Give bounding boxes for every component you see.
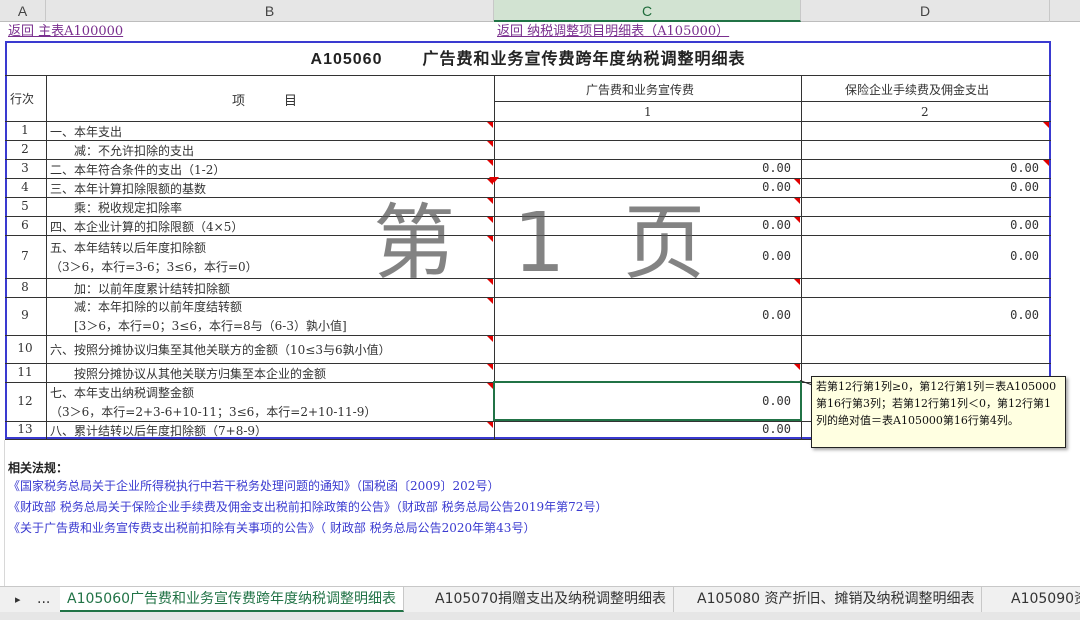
comment-indicator[interactable] [487,122,493,128]
comment-indicator[interactable] [487,364,493,370]
row-item-label: 二、本年符合条件的支出（1-2） [50,162,226,177]
comment-indicator[interactable] [487,336,493,342]
form-title: A105060 广告费和业务宣传费跨年度纳税调整明细表 [5,43,1051,75]
grid-line [494,101,1051,102]
row-item-formula: （3＞6，本行=3-6；3≤6，本行=0） [50,259,258,274]
form-title-text: 广告费和业务宣传费跨年度纳税调整明细表 [422,49,746,68]
law-link-2[interactable]: 《财政部 税务总局关于保险企业手续费及佣金支出税前扣除政策的公告》（财政部 税务… [8,498,607,515]
row-item-label: 六、按照分摊协议归集至其他关联方的金额（10≤3与6孰小值） [50,343,391,357]
row-value-col1[interactable]: 0.00 [496,161,791,175]
comment-indicator[interactable] [487,179,493,185]
row-value-col2[interactable]: 0.00 [803,161,1039,175]
tab-more-button[interactable]: ... [30,587,57,612]
comment-indicator[interactable] [487,279,493,285]
row-item-label: 四、本企业计算的扣除限额（4×5） [50,219,244,234]
grid-line [5,121,1051,122]
row-number: 5 [21,198,29,213]
row-item-label: 按照分摊协议从其他关联方归集至本企业的金额 [50,366,327,381]
comment-indicator[interactable] [794,179,800,185]
row-value-col1[interactable]: 0.00 [496,180,791,194]
selected-cell[interactable] [493,381,802,421]
row-value-col1[interactable]: 0.00 [496,218,791,232]
row-item-label: 减：不允许扣除的支出 [50,143,195,158]
row-number: 6 [21,217,29,232]
comment-indicator[interactable] [487,422,493,428]
grid-line [5,75,1051,76]
row-item-label: 七、本年支出纳税调整金额 [50,385,195,400]
comment-indicator[interactable] [487,141,493,147]
row-item-label: 加：以前年度累计结转扣除额 [50,281,231,296]
row-number: 12 [17,393,33,408]
comment-indicator[interactable] [1043,160,1049,166]
tab-scroll-next-button[interactable]: ▸ [8,587,28,612]
comment-indicator[interactable] [794,198,800,204]
comment-indicator[interactable] [794,364,800,370]
row-value-col1[interactable]: 0.00 [496,249,791,263]
laws-title: 相关法规： [8,461,69,475]
grid-line [46,75,47,439]
row-number: 8 [21,279,29,294]
back-to-main-link[interactable]: 返回 主表A100000 [8,23,123,41]
back-to-detail-link[interactable]: 返回 纳税调整项目明细表（A105000） [497,23,729,41]
row-value-col2[interactable]: 0.00 [803,180,1039,194]
row-item-label: 三、本年计算扣除限额的基数 [50,181,207,196]
row-number: 13 [17,422,33,436]
row-number: 11 [17,364,33,379]
sheet-tab-bar: ▸ ... A105060广告费和业务宣传费跨年度纳税调整明细表 A105070… [0,586,1080,612]
row-value-col2[interactable]: 0.00 [803,249,1039,263]
row-item-label: 五、本年结转以后年度扣除额 [50,240,207,255]
row-value-col2[interactable]: 0.00 [803,308,1039,322]
column-header-a[interactable]: A [0,0,46,22]
row-item-label: 乘：税收规定扣除率 [50,200,183,215]
law-link-1[interactable]: 《国家税务总局关于企业所得税执行中若干税务处理问题的通知》（国税函〔2009〕2… [8,477,499,494]
row-value-col1[interactable]: 0.00 [496,308,791,322]
row-value-col1[interactable]: 0.00 [496,422,791,436]
row-item-formula: （3＞6，本行=2+3-6+10-11；3≤6，本行=2+10-11-9） [50,404,377,419]
status-bar [0,612,1080,620]
tab-a105070[interactable]: A105070捐赠支出及纳税调整明细表 [428,587,675,612]
row-number: 4 [21,179,29,194]
column-header-c[interactable]: C [494,0,801,22]
header-col1-number: 1 [644,105,652,119]
comment-indicator[interactable] [487,160,493,166]
row-item-label: 减：本年扣除的以前年度结转额 [50,300,243,314]
row-number: 10 [17,341,33,355]
header-col2-number: 2 [921,105,929,119]
column-header-bar: A B C D [0,0,1080,22]
header-row-number: 行次 [10,92,35,106]
comment-indicator[interactable] [794,217,800,223]
column-header-d[interactable]: D [801,0,1050,22]
row-item-label: 八、累计结转以后年度扣除额（7+8-9） [50,424,268,438]
grid-line [5,235,1051,236]
cell-comment[interactable]: 若第12行第1列≥0，第12行第1列＝表A105000第16行第3列；若第12行… [811,376,1066,448]
tab-a105060[interactable]: A105060广告费和业务宣传费跨年度纳税调整明细表 [60,587,405,612]
comment-indicator[interactable] [487,217,493,223]
row-number: 9 [21,308,29,322]
row-value-col2[interactable]: 0.00 [803,218,1039,232]
row-strip [0,440,5,586]
header-col2: 保险企业手续费及佣金支出 [845,83,990,97]
row-item-formula: [3＞6，本行=0；3≤6，本行=8与（6-3）孰小值] [50,319,347,333]
comment-indicator[interactable] [1043,122,1049,128]
tab-a105090[interactable]: A105090资 [1004,587,1080,612]
row-number: 1 [21,122,29,137]
column-header-b[interactable]: B [46,0,494,22]
law-link-3[interactable]: 《关于广告费和业务宣传费支出税前扣除有关事项的公告》（ 财政部 税务总局公告20… [8,519,535,536]
row-number: 2 [21,141,29,156]
comment-indicator[interactable] [487,236,493,242]
row-item-label: 一、本年支出 [50,124,123,139]
row-number: 3 [21,160,29,175]
form-code: A105060 [310,51,383,68]
tab-a105080[interactable]: A105080 资产折旧、摊销及纳税调整明细表 [690,587,983,612]
grid-line [5,335,1051,336]
row-number: 7 [21,248,29,263]
comment-indicator[interactable] [487,198,493,204]
header-col1: 广告费和业务宣传费 [586,83,695,97]
comment-indicator[interactable] [487,298,493,304]
header-item: 项 目 [232,94,298,109]
comment-indicator[interactable] [794,279,800,285]
